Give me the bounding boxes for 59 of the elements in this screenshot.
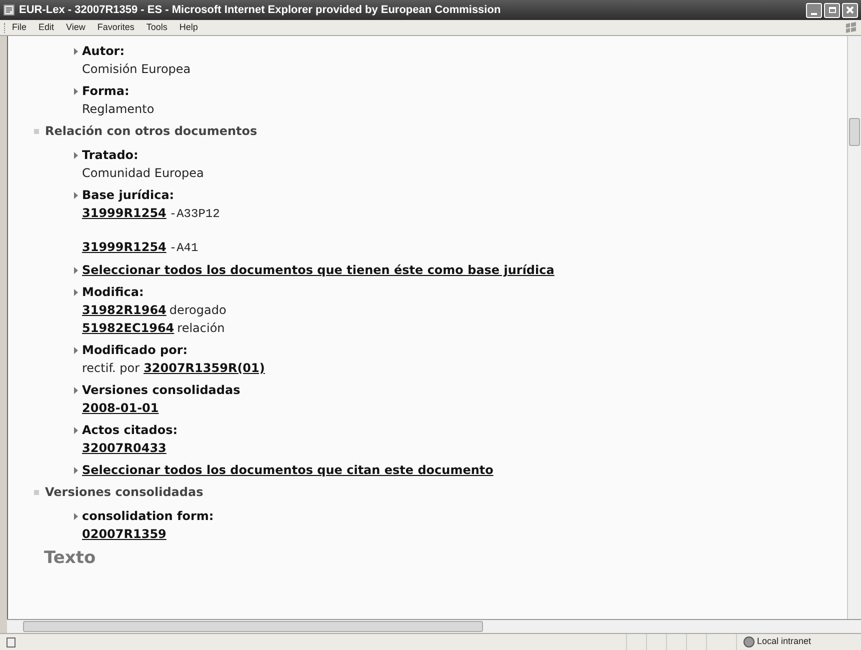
window-title: EUR-Lex - 32007R1359 - ES - Microsoft Internet Explorer provided by European Commission bbox=[19, 2, 501, 18]
menu-item[interactable]: Favorites bbox=[97, 20, 134, 34]
triangle-bullet-icon bbox=[74, 387, 78, 394]
field-label: Forma: bbox=[82, 83, 130, 100]
triangle-bullet-icon bbox=[74, 48, 78, 55]
security-zone: Local intranet bbox=[757, 635, 812, 648]
field-value: rectif. por bbox=[82, 360, 140, 377]
document-link[interactable]: 51982EC1964 bbox=[82, 319, 174, 337]
field-value: Reglamento bbox=[82, 101, 154, 118]
page-status-icon bbox=[6, 636, 17, 648]
menu-item[interactable]: View bbox=[66, 20, 86, 34]
field-value: Comunidad Europea bbox=[82, 165, 204, 182]
document-link[interactable]: 31999R1254 bbox=[82, 204, 166, 222]
field-label: Autor: bbox=[82, 43, 125, 60]
triangle-bullet-icon bbox=[74, 152, 78, 159]
document-link[interactable]: 32007R0433 bbox=[82, 439, 166, 457]
close-button[interactable] bbox=[842, 2, 858, 18]
globe-icon bbox=[743, 636, 755, 648]
browser-page-icon bbox=[3, 4, 15, 16]
section-heading: Relación con otros documentos bbox=[45, 123, 258, 140]
field-label: Actos citados: bbox=[82, 422, 178, 439]
menu-item[interactable]: Tools bbox=[146, 20, 168, 34]
select-documents-link[interactable]: Seleccionar todos los documentos que citan este documento bbox=[82, 461, 494, 479]
square-bullet-icon bbox=[34, 490, 39, 494]
article-suffix: -A41 bbox=[169, 240, 198, 257]
field-value: derogado bbox=[169, 302, 226, 319]
triangle-bullet-icon bbox=[74, 513, 78, 520]
select-documents-link[interactable]: Seleccionar todos los documentos que tienen éste como base jurídica bbox=[82, 261, 554, 279]
triangle-bullet-icon bbox=[74, 192, 78, 199]
field-label: Modifica: bbox=[82, 284, 144, 301]
windows-logo-icon bbox=[845, 22, 857, 33]
square-bullet-icon bbox=[34, 128, 39, 134]
field-label: Modificado por: bbox=[82, 342, 188, 359]
field-label: Tratado: bbox=[82, 147, 138, 164]
article-suffix: -A33P12 bbox=[169, 206, 220, 223]
section-heading: Versiones consolidadas bbox=[45, 484, 204, 501]
field-label: Versiones consolidadas bbox=[82, 382, 240, 399]
document-link[interactable]: 32007R1359R(01) bbox=[144, 359, 265, 377]
document-link[interactable]: 31999R1254 bbox=[82, 238, 166, 256]
text-heading: Texto bbox=[44, 549, 97, 567]
document-link[interactable]: 31982R1964 bbox=[82, 301, 166, 319]
minimize-button[interactable] bbox=[806, 2, 822, 18]
menu-item[interactable]: File bbox=[12, 20, 27, 34]
document-link[interactable]: 02007R1359 bbox=[82, 525, 166, 543]
triangle-bullet-icon bbox=[74, 467, 78, 474]
menu-item[interactable]: Help bbox=[179, 20, 198, 34]
triangle-bullet-icon bbox=[74, 427, 78, 434]
close-icon bbox=[846, 6, 854, 14]
field-value: Comisión Europea bbox=[82, 61, 191, 78]
triangle-bullet-icon bbox=[74, 88, 78, 95]
triangle-bullet-icon bbox=[74, 347, 78, 354]
field-label: consolidation form: bbox=[82, 508, 214, 525]
field-label: Base jurídica: bbox=[82, 187, 174, 204]
menu-item[interactable]: Edit bbox=[38, 20, 54, 34]
field-value: relación bbox=[177, 320, 225, 337]
document-link[interactable]: 2008-01-01 bbox=[82, 399, 159, 417]
triangle-bullet-icon bbox=[74, 289, 78, 296]
triangle-bullet-icon bbox=[74, 267, 78, 274]
maximize-button[interactable] bbox=[824, 2, 840, 18]
